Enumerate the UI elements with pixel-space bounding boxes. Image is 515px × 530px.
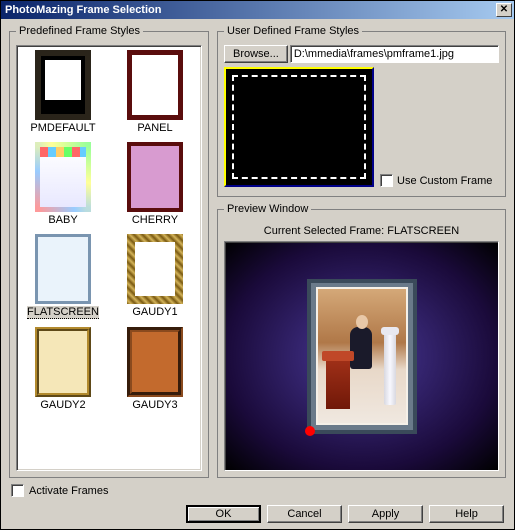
dialog-window: PhotoMazing Frame Selection ✕ Predefined… bbox=[0, 0, 515, 530]
predefined-frame-group: Predefined Frame Styles PMDEFAULT PANEL BA… bbox=[9, 25, 209, 478]
frame-thumbnails-grid: PMDEFAULT PANEL BABY CHERRY FLATSCREEN GAUDY1… bbox=[19, 50, 199, 411]
resize-handle-icon[interactable] bbox=[305, 426, 315, 436]
frame-thumb-cherry[interactable]: CHERRY bbox=[111, 142, 199, 226]
user-frame-preview bbox=[224, 67, 374, 187]
activate-frames-option[interactable]: Activate Frames bbox=[9, 480, 506, 499]
ok-button[interactable]: OK bbox=[186, 505, 261, 523]
frame-path-input[interactable] bbox=[290, 45, 499, 63]
main-columns: Predefined Frame Styles PMDEFAULT PANEL BA… bbox=[9, 25, 506, 478]
preview-group: Preview Window Current Selected Frame: F… bbox=[217, 203, 506, 478]
photo-prop-column bbox=[384, 333, 396, 405]
frame-thumb-label: PANEL bbox=[137, 122, 172, 134]
cancel-button[interactable]: Cancel bbox=[267, 505, 342, 523]
frame-swatch-icon bbox=[35, 142, 91, 212]
activate-frames-checkbox[interactable] bbox=[11, 484, 24, 497]
preview-framed-photo bbox=[307, 279, 417, 434]
frame-thumb-label: FLATSCREEN bbox=[27, 306, 99, 319]
user-preview-row: Use Custom Frame bbox=[224, 67, 499, 187]
frame-swatch-icon bbox=[35, 327, 91, 397]
frame-thumb-label: GAUDY2 bbox=[40, 399, 85, 411]
frame-thumbnails-scroll[interactable]: PMDEFAULT PANEL BABY CHERRY FLATSCREEN GAUDY1… bbox=[16, 45, 202, 471]
right-column: User Defined Frame Styles Browse... Use … bbox=[217, 25, 506, 478]
frame-swatch-icon bbox=[35, 50, 91, 120]
frame-thumb-label: GAUDY1 bbox=[132, 306, 177, 318]
frame-swatch-icon bbox=[127, 142, 183, 212]
preview-viewport bbox=[224, 241, 499, 471]
current-frame-label: Current Selected Frame: FLATSCREEN bbox=[224, 225, 499, 237]
user-defined-group: User Defined Frame Styles Browse... Use … bbox=[217, 25, 506, 197]
use-custom-frame-option[interactable]: Use Custom Frame bbox=[380, 174, 492, 187]
frame-thumb-gaudy2[interactable]: GAUDY2 bbox=[19, 327, 107, 411]
frame-swatch-icon bbox=[127, 50, 183, 120]
frame-thumb-label: BABY bbox=[48, 214, 77, 226]
preview-photo-image bbox=[316, 287, 408, 425]
help-button[interactable]: Help bbox=[429, 505, 504, 523]
dialog-buttons: OK Cancel Apply Help bbox=[9, 501, 506, 525]
frame-thumb-gaudy1[interactable]: GAUDY1 bbox=[111, 234, 199, 319]
use-custom-checkbox[interactable] bbox=[380, 174, 393, 187]
browse-button[interactable]: Browse... bbox=[224, 45, 288, 63]
frame-thumb-panel[interactable]: PANEL bbox=[111, 50, 199, 134]
activate-frames-label: Activate Frames bbox=[29, 485, 108, 497]
frame-thumb-label: GAUDY3 bbox=[132, 399, 177, 411]
apply-button[interactable]: Apply bbox=[348, 505, 423, 523]
predefined-legend: Predefined Frame Styles bbox=[16, 25, 143, 37]
frame-thumb-baby[interactable]: BABY bbox=[19, 142, 107, 226]
user-defined-legend: User Defined Frame Styles bbox=[224, 25, 362, 37]
photo-prop-table bbox=[326, 359, 350, 409]
frame-swatch-icon bbox=[127, 327, 183, 397]
frame-thumb-flatscreen[interactable]: FLATSCREEN bbox=[19, 234, 107, 319]
browse-row: Browse... bbox=[224, 45, 499, 63]
title-bar: PhotoMazing Frame Selection ✕ bbox=[1, 1, 514, 19]
frame-thumb-label: PMDEFAULT bbox=[30, 122, 95, 134]
frame-swatch-icon bbox=[127, 234, 183, 304]
use-custom-label: Use Custom Frame bbox=[397, 175, 492, 187]
frame-thumb-label: CHERRY bbox=[132, 214, 178, 226]
close-icon[interactable]: ✕ bbox=[496, 3, 512, 17]
frame-thumb-gaudy3[interactable]: GAUDY3 bbox=[111, 327, 199, 411]
dialog-content: Predefined Frame Styles PMDEFAULT PANEL BA… bbox=[1, 19, 514, 529]
frame-swatch-icon bbox=[35, 234, 91, 304]
title-text: PhotoMazing Frame Selection bbox=[3, 4, 496, 16]
preview-legend: Preview Window bbox=[224, 203, 311, 215]
frame-thumb-pmdefault[interactable]: PMDEFAULT bbox=[19, 50, 107, 134]
